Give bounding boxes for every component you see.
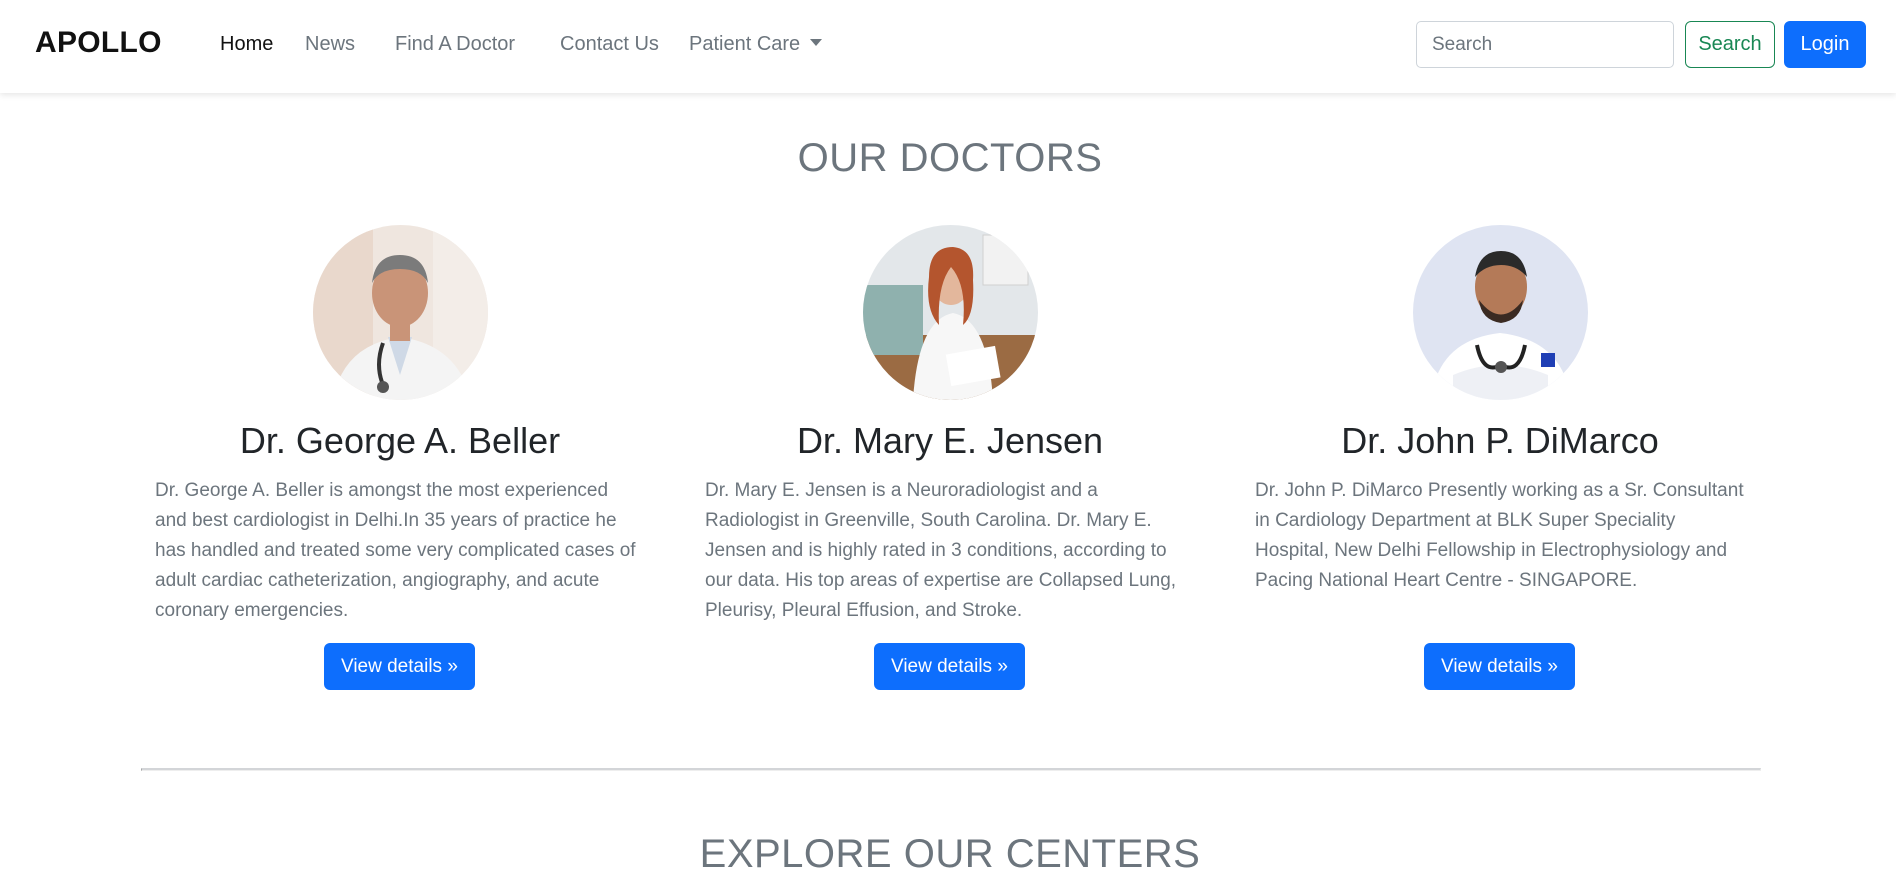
brand-logo[interactable]: APOLLO: [35, 26, 162, 60]
nav-link-news[interactable]: News: [305, 33, 355, 56]
nav-link-find-a-doctor[interactable]: Find A Doctor: [395, 33, 515, 56]
doctor-description: Dr. George A. Beller is amongst the most…: [155, 480, 636, 621]
doctor-photo: [1413, 225, 1588, 400]
section-divider: [141, 768, 1761, 771]
nav-link-home[interactable]: Home: [220, 33, 273, 56]
login-button[interactable]: Login: [1784, 21, 1866, 68]
view-details-button[interactable]: View details »: [324, 643, 475, 690]
view-details-button[interactable]: View details »: [1424, 643, 1575, 690]
search-button[interactable]: Search: [1685, 21, 1775, 68]
navbar: APOLLO Home News Find A Doctor Contact U…: [0, 0, 1896, 93]
section-title-our-doctors: OUR DOCTORS: [797, 136, 1103, 180]
caret-down-icon: [810, 39, 823, 46]
section-title-explore-centers: EXPLORE OUR CENTERS: [699, 832, 1201, 876]
doctor-name: Dr. George A. Beller: [239, 420, 561, 461]
view-details-button[interactable]: View details »: [874, 643, 1025, 690]
nav-dropdown-patient-care[interactable]: Patient Care: [689, 33, 823, 56]
doctor-photo: [313, 225, 488, 400]
doctor-photo: [863, 225, 1038, 400]
search-input[interactable]: [1416, 21, 1674, 68]
nav-link-contact-us[interactable]: Contact Us: [560, 33, 659, 56]
doctor-name: Dr. Mary E. Jensen: [796, 420, 1104, 461]
doctor-name: Dr. John P. DiMarco: [1341, 420, 1659, 461]
doctor-description: Dr. John P. DiMarco Presently working as…: [1255, 480, 1744, 591]
nav-dropdown-label: Patient Care: [689, 33, 801, 55]
doctor-description: Dr. Mary E. Jensen is a Neuroradiologist…: [705, 480, 1177, 621]
